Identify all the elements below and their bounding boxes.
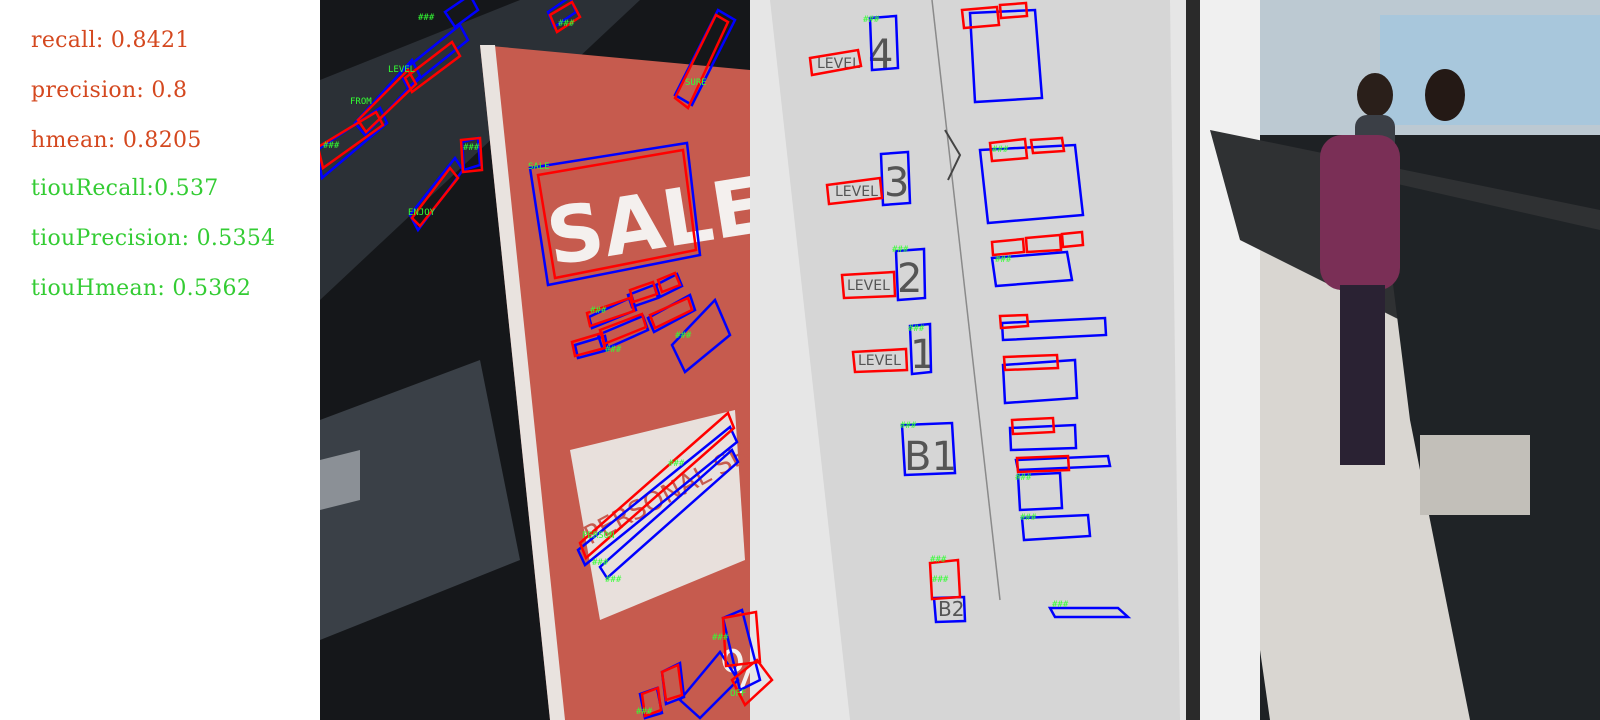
box-label: ### [992,145,1009,155]
annotated-scene-photo: SALE PERSONAL SHOPPING % LEVEL 4 LEVEL 3… [320,0,1600,720]
box-label: ### [605,575,622,585]
box-label: PERSON [582,531,615,541]
tiou-recall-metric: tiouRecall:0.537 [31,176,219,201]
box-label: ### [418,13,435,23]
box-label: ### [995,255,1012,265]
level-3-number: 3 [884,160,909,206]
box-label: ### [892,245,909,255]
box-label: ### [900,421,917,431]
box-label: ### [463,143,480,153]
pillar-right-face [1200,0,1260,720]
clerk-shirt [1320,135,1400,290]
pillar-dark-edge [1186,0,1200,720]
evaluation-metrics-panel: recall: 0.8421 precision: 0.8 hmean: 0.8… [0,0,320,720]
box-label: ### [605,345,622,355]
box-label: ### [908,324,925,334]
precision-metric: precision: 0.8 [31,78,188,103]
box-label: LEVEL [388,65,415,75]
clerk-head [1425,69,1465,121]
box-label: ### [932,575,949,585]
shopper-head [1357,73,1393,117]
box-label: ### [668,459,685,469]
box-label: SURE [685,78,707,88]
level-2-number: 2 [897,256,922,302]
box-label: ### [592,558,609,568]
scene-illustration: SALE PERSONAL SHOPPING % LEVEL 4 LEVEL 3… [320,0,1600,720]
level-3-label: LEVEL [835,184,878,200]
hmean-metric: hmean: 0.8205 [31,128,202,153]
store-bin [1420,435,1530,515]
clerk-legs [1340,285,1385,465]
box-label: ### [636,707,653,717]
box-label: ### [1020,513,1037,523]
level-1-label: LEVEL [858,353,901,369]
b2-label: B2 [938,597,964,621]
box-label: ### [712,633,729,643]
box-label: ### [1015,473,1032,483]
wall-outlet [320,450,360,510]
box-label: ### [590,306,607,316]
box-label: OFF [730,689,746,699]
box-label: ### [930,555,947,565]
box-label: ### [558,19,575,29]
box-label: ### [863,15,880,25]
tiou-hmean-metric: tiouHmean: 0.5362 [31,276,252,301]
box-label: ENJOY [408,208,436,218]
box-label: SALE [528,162,550,172]
box-label: ### [323,141,340,151]
store-window [1380,15,1600,125]
box-label: ### [675,331,692,341]
recall-metric: recall: 0.8421 [31,28,190,53]
tiou-precision-metric: tiouPrecision: 0.5354 [31,226,276,251]
box-label: FROM [350,97,372,107]
box-label: ### [1052,600,1069,610]
level-2-label: LEVEL [847,278,890,294]
